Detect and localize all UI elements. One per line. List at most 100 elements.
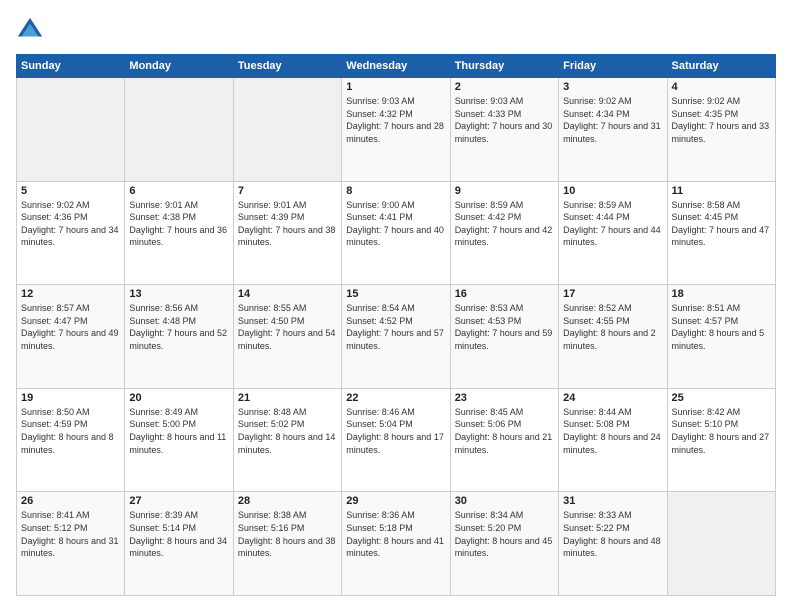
day-header-monday: Monday <box>125 55 233 78</box>
calendar-cell: 3Sunrise: 9:02 AMSunset: 4:34 PMDaylight… <box>559 78 667 182</box>
day-info: Sunrise: 8:59 AMSunset: 4:44 PMDaylight:… <box>563 199 662 249</box>
calendar-cell <box>233 78 341 182</box>
calendar-cell: 15 Sunrise: 8:54 AMSunset: 4:52 PMDayligh… <box>342 285 450 389</box>
day-number: 28 <box>238 495 337 507</box>
day-info: Sunrise: 8:59 AMSunset: 4:42 PMDaylight:… <box>455 199 554 249</box>
day-number: 21 <box>238 392 337 404</box>
day-number: 4 <box>672 81 771 93</box>
logo-icon <box>16 16 44 44</box>
day-number: 23 <box>455 392 554 404</box>
day-number: 8 <box>346 185 445 197</box>
day-info: Sunrise: 9:02 AMSunset: 4:36 PMDaylight:… <box>21 199 120 249</box>
day-number: 26 <box>21 495 120 507</box>
day-info: Sunrise: 8:55 AMSunset: 4:50 PMDaylight:… <box>238 302 337 352</box>
day-number: 27 <box>129 495 228 507</box>
day-info: Sunrise: 8:54 AMSunset: 4:52 PMDaylight:… <box>346 302 445 352</box>
day-number: 9 <box>455 185 554 197</box>
calendar-cell: 16 Sunrise: 8:53 AMSunset: 4:53 PMDayligh… <box>450 285 558 389</box>
header <box>16 16 776 44</box>
day-info: Sunrise: 8:49 AMSunset: 5:00 PMDaylight:… <box>129 406 228 456</box>
day-info: Sunrise: 8:53 AMSunset: 4:53 PMDaylight:… <box>455 302 554 352</box>
day-info: Sunrise: 8:57 AMSunset: 4:47 PMDaylight:… <box>21 302 120 352</box>
day-info: Sunrise: 9:02 AMSunset: 4:35 PMDaylight:… <box>672 95 771 145</box>
calendar-cell: 11 Sunrise: 8:58 AMSunset: 4:45 PMDayligh… <box>667 181 775 285</box>
day-number: 17 <box>563 288 662 300</box>
day-info: Sunrise: 8:56 AMSunset: 4:48 PMDaylight:… <box>129 302 228 352</box>
calendar-cell: 13 Sunrise: 8:56 AMSunset: 4:48 PMDayligh… <box>125 285 233 389</box>
day-info: Sunrise: 8:38 AMSunset: 5:16 PMDaylight:… <box>238 509 337 559</box>
day-number: 15 <box>346 288 445 300</box>
day-number: 10 <box>563 185 662 197</box>
day-number: 16 <box>455 288 554 300</box>
day-info: Sunrise: 8:33 AMSunset: 5:22 PMDaylight:… <box>563 509 662 559</box>
calendar-cell: 26 Sunrise: 8:41 AMSunset: 5:12 PMDayligh… <box>17 492 125 596</box>
calendar-cell: 1 Sunrise: 9:03 AMSunset: 4:32 PMDaylight… <box>342 78 450 182</box>
day-number: 14 <box>238 288 337 300</box>
calendar-cell: 12 Sunrise: 8:57 AMSunset: 4:47 PMDayligh… <box>17 285 125 389</box>
day-info: Sunrise: 9:00 AMSunset: 4:41 PMDaylight:… <box>346 199 445 249</box>
day-number: 24 <box>563 392 662 404</box>
calendar-cell: 9 Sunrise: 8:59 AMSunset: 4:42 PMDaylight… <box>450 181 558 285</box>
day-number: 6 <box>129 185 228 197</box>
calendar-cell: 22 Sunrise: 8:46 AMSunset: 5:04 PMDayligh… <box>342 388 450 492</box>
calendar-cell <box>125 78 233 182</box>
calendar-cell: 2Sunrise: 9:03 AMSunset: 4:33 PMDaylight… <box>450 78 558 182</box>
day-number: 30 <box>455 495 554 507</box>
calendar-week-2: 5 Sunrise: 9:02 AMSunset: 4:36 PMDaylight… <box>17 181 776 285</box>
day-number: 12 <box>21 288 120 300</box>
day-info: Sunrise: 8:45 AMSunset: 5:06 PMDaylight:… <box>455 406 554 456</box>
day-header-thursday: Thursday <box>450 55 558 78</box>
day-info: Sunrise: 8:42 AMSunset: 5:10 PMDaylight:… <box>672 406 771 456</box>
calendar-cell: 30 Sunrise: 8:34 AMSunset: 5:20 PMDayligh… <box>450 492 558 596</box>
day-info: Sunrise: 8:36 AMSunset: 5:18 PMDaylight:… <box>346 509 445 559</box>
day-number: 3 <box>563 81 662 93</box>
calendar-week-3: 12 Sunrise: 8:57 AMSunset: 4:47 PMDayligh… <box>17 285 776 389</box>
calendar-cell: 8 Sunrise: 9:00 AMSunset: 4:41 PMDaylight… <box>342 181 450 285</box>
page: SundayMondayTuesdayWednesdayThursdayFrid… <box>0 0 792 612</box>
day-info: Sunrise: 8:39 AMSunset: 5:14 PMDaylight:… <box>129 509 228 559</box>
calendar-cell: 6 Sunrise: 9:01 AMSunset: 4:38 PMDaylight… <box>125 181 233 285</box>
calendar-cell <box>667 492 775 596</box>
day-info: Sunrise: 9:01 AMSunset: 4:39 PMDaylight:… <box>238 199 337 249</box>
day-info: Sunrise: 8:46 AMSunset: 5:04 PMDaylight:… <box>346 406 445 456</box>
day-header-tuesday: Tuesday <box>233 55 341 78</box>
day-info: Sunrise: 8:58 AMSunset: 4:45 PMDaylight:… <box>672 199 771 249</box>
day-number: 25 <box>672 392 771 404</box>
calendar-cell: 23 Sunrise: 8:45 AMSunset: 5:06 PMDayligh… <box>450 388 558 492</box>
day-info: Sunrise: 8:50 AMSunset: 4:59 PMDaylight:… <box>21 406 120 456</box>
calendar-cell: 29 Sunrise: 8:36 AMSunset: 5:18 PMDayligh… <box>342 492 450 596</box>
day-number: 1 <box>346 81 445 93</box>
day-info: Sunrise: 8:52 AMSunset: 4:55 PMDaylight:… <box>563 302 662 352</box>
calendar-cell: 24 Sunrise: 8:44 AMSunset: 5:08 PMDayligh… <box>559 388 667 492</box>
calendar-cell: 31Sunrise: 8:33 AMSunset: 5:22 PMDayligh… <box>559 492 667 596</box>
day-info: Sunrise: 8:41 AMSunset: 5:12 PMDaylight:… <box>21 509 120 559</box>
day-info: Sunrise: 9:01 AMSunset: 4:38 PMDaylight:… <box>129 199 228 249</box>
day-header-sunday: Sunday <box>17 55 125 78</box>
day-number: 13 <box>129 288 228 300</box>
day-info: Sunrise: 8:51 AMSunset: 4:57 PMDaylight:… <box>672 302 771 352</box>
day-info: Sunrise: 9:03 AMSunset: 4:32 PMDaylight:… <box>346 95 445 145</box>
calendar-cell: 17 Sunrise: 8:52 AMSunset: 4:55 PMDayligh… <box>559 285 667 389</box>
calendar-week-4: 19Sunrise: 8:50 AMSunset: 4:59 PMDayligh… <box>17 388 776 492</box>
calendar-cell: 21Sunrise: 8:48 AMSunset: 5:02 PMDayligh… <box>233 388 341 492</box>
calendar-cell: 14 Sunrise: 8:55 AMSunset: 4:50 PMDayligh… <box>233 285 341 389</box>
calendar-header-row: SundayMondayTuesdayWednesdayThursdayFrid… <box>17 55 776 78</box>
calendar-week-1: 1 Sunrise: 9:03 AMSunset: 4:32 PMDaylight… <box>17 78 776 182</box>
day-header-wednesday: Wednesday <box>342 55 450 78</box>
day-info: Sunrise: 8:34 AMSunset: 5:20 PMDaylight:… <box>455 509 554 559</box>
calendar-cell: 25 Sunrise: 8:42 AMSunset: 5:10 PMDayligh… <box>667 388 775 492</box>
calendar-cell: 19Sunrise: 8:50 AMSunset: 4:59 PMDayligh… <box>17 388 125 492</box>
calendar-table: SundayMondayTuesdayWednesdayThursdayFrid… <box>16 54 776 596</box>
day-number: 7 <box>238 185 337 197</box>
day-info: Sunrise: 8:44 AMSunset: 5:08 PMDaylight:… <box>563 406 662 456</box>
day-header-saturday: Saturday <box>667 55 775 78</box>
day-number: 2 <box>455 81 554 93</box>
calendar-cell: 18Sunrise: 8:51 AMSunset: 4:57 PMDayligh… <box>667 285 775 389</box>
day-number: 11 <box>672 185 771 197</box>
calendar-cell: 5 Sunrise: 9:02 AMSunset: 4:36 PMDaylight… <box>17 181 125 285</box>
day-number: 5 <box>21 185 120 197</box>
day-number: 29 <box>346 495 445 507</box>
calendar-cell: 10 Sunrise: 8:59 AMSunset: 4:44 PMDayligh… <box>559 181 667 285</box>
day-number: 22 <box>346 392 445 404</box>
day-header-friday: Friday <box>559 55 667 78</box>
